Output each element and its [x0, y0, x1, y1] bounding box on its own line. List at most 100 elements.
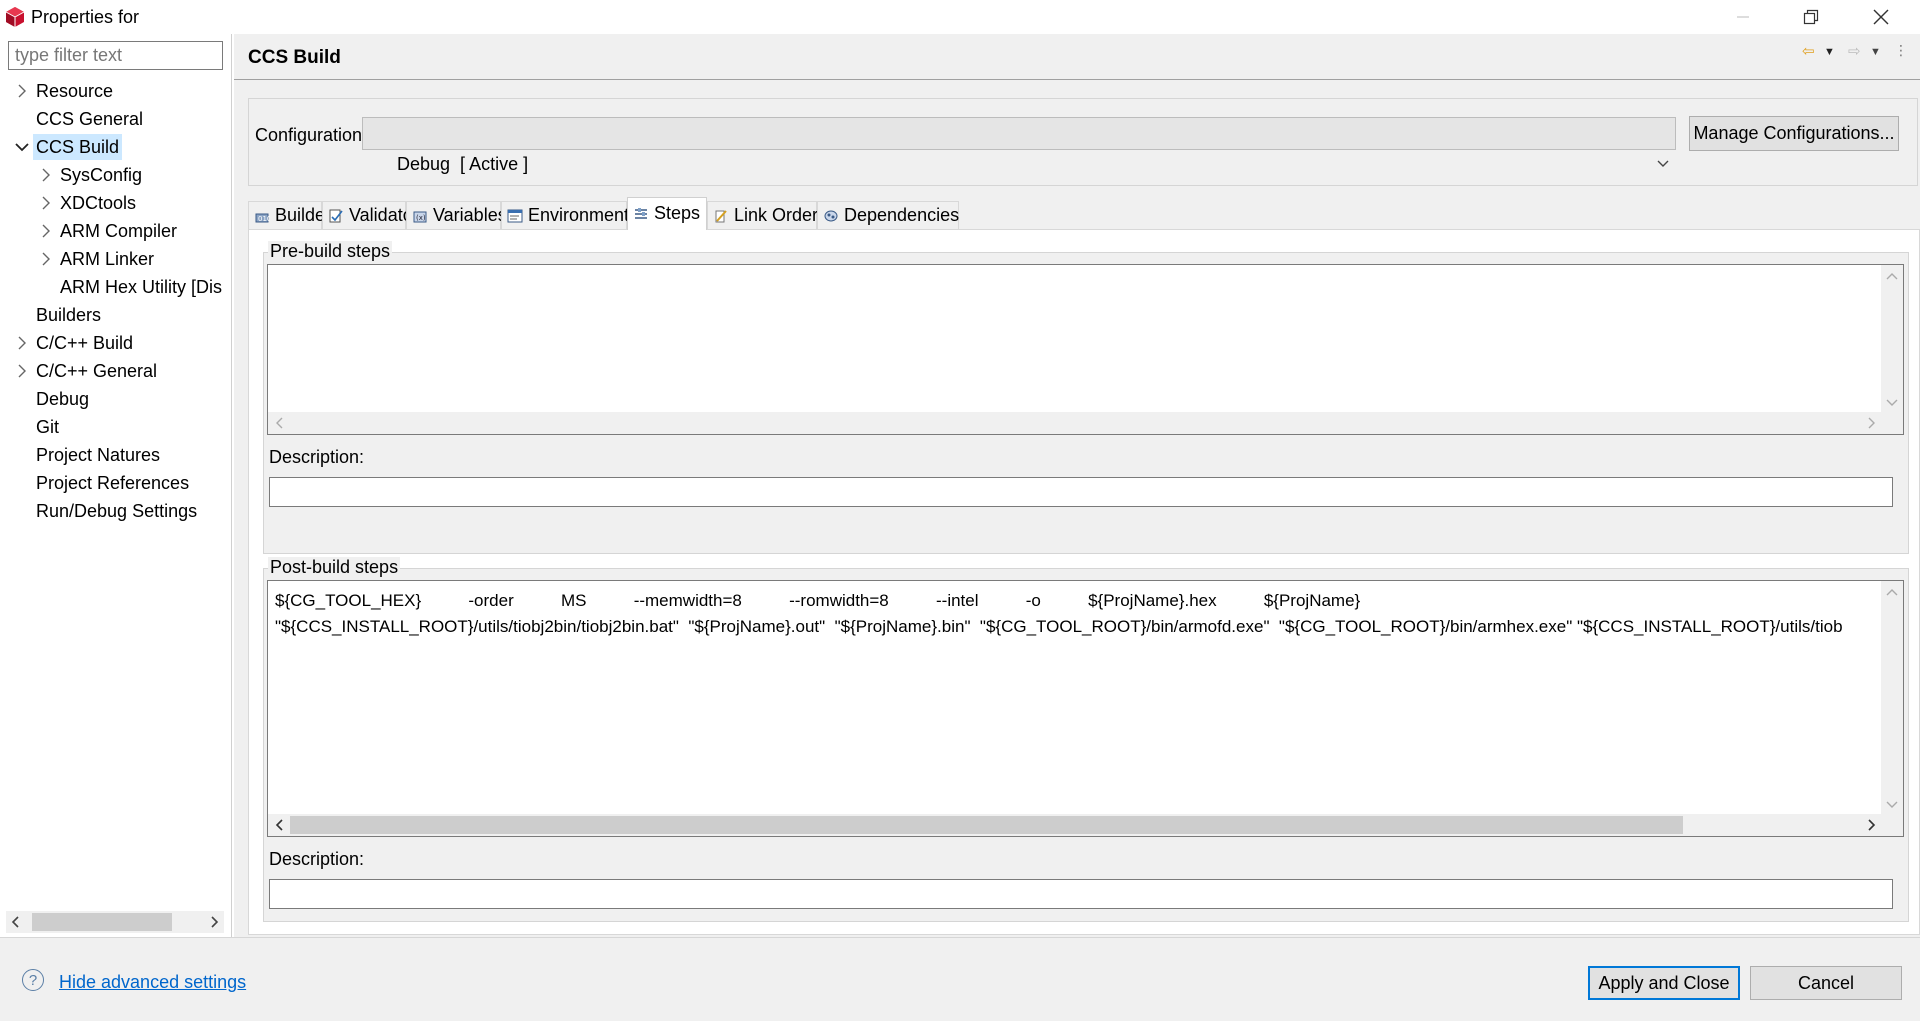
- scroll-right-icon[interactable]: [1861, 412, 1883, 434]
- tree-item[interactable]: ARM Compiler: [0, 218, 232, 244]
- postbuild-command-line: ${CG_TOOL_HEX} -order MS --memwidth=8 --…: [275, 591, 1361, 610]
- back-dropdown-icon[interactable]: ▼: [1824, 46, 1835, 58]
- tree-item[interactable]: CCS General: [0, 106, 232, 132]
- prebuild-description-input[interactable]: [269, 477, 1893, 507]
- postbuild-description-input[interactable]: [269, 879, 1893, 909]
- tab-steps[interactable]: Steps: [627, 197, 707, 230]
- close-button[interactable]: [1852, 2, 1910, 32]
- prebuild-group: Pre-build steps Description:: [263, 241, 1909, 554]
- postbuild-command-line: "${CCS_INSTALL_ROOT}/utils/tiobj2bin/tio…: [275, 617, 1843, 636]
- tab-link-order[interactable]: Link Order: [707, 201, 818, 229]
- chevron-right-icon[interactable]: [38, 162, 54, 188]
- dialog-footer: ? Hide advanced settings Apply and Close…: [0, 937, 1920, 1021]
- tree-item[interactable]: Project References: [0, 470, 232, 496]
- tree-item[interactable]: Project Natures: [0, 442, 232, 468]
- scroll-corner: [1881, 814, 1903, 836]
- tree-item[interactable]: ARM Linker: [0, 246, 232, 272]
- tree-item-label: Builders: [36, 305, 102, 325]
- view-menu-icon[interactable]: ⋮: [1894, 42, 1908, 59]
- scrollbar-thumb[interactable]: [290, 816, 1683, 834]
- tree-item[interactable]: Run/Debug Settings: [0, 498, 232, 524]
- svg-text:(x): (x): [416, 214, 426, 222]
- tab-label: Environment: [528, 205, 630, 225]
- chevron-right-icon[interactable]: [38, 218, 54, 244]
- tab-environment[interactable]: Environment: [501, 201, 630, 229]
- chevron-right-icon[interactable]: [14, 78, 30, 104]
- tree-item-label: CCS General: [36, 109, 144, 129]
- configuration-select[interactable]: Debug [ Active ]: [362, 117, 1676, 174]
- scroll-left-icon[interactable]: [268, 412, 290, 434]
- scroll-left-icon[interactable]: [268, 814, 290, 836]
- postbuild-group: Post-build steps ${CG_TOOL_HEX} -order M…: [263, 557, 1909, 922]
- tree-item[interactable]: SysConfig: [0, 162, 232, 188]
- tree-item[interactable]: C/C++ General: [0, 358, 232, 384]
- window-title: Properties for: [31, 7, 140, 27]
- variables-icon: (x): [413, 211, 427, 222]
- postbuild-vertical-scrollbar[interactable]: [1881, 581, 1903, 816]
- tree-item[interactable]: XDCtools: [0, 190, 232, 216]
- chevron-right-icon[interactable]: [38, 246, 54, 272]
- apply-and-close-button[interactable]: Apply and Close: [1588, 966, 1740, 1000]
- tree-item-label: C/C++ General: [36, 361, 158, 381]
- tree-item[interactable]: Debug: [0, 386, 232, 412]
- tree-item-label: Project Natures: [36, 445, 161, 465]
- tree-item[interactable]: Builders: [0, 302, 232, 328]
- tab-validator[interactable]: Validator: [322, 201, 419, 229]
- scroll-up-icon[interactable]: [1881, 581, 1903, 603]
- tree-item[interactable]: Resource: [0, 78, 232, 104]
- chevron-down-icon: [1626, 118, 1669, 222]
- prebuild-horizontal-scrollbar[interactable]: [268, 412, 1883, 434]
- forward-arrow-icon[interactable]: ⇨: [1848, 42, 1861, 60]
- minimize-icon: [1737, 16, 1749, 18]
- validator-icon: [329, 209, 343, 222]
- back-arrow-icon[interactable]: ⇦: [1802, 42, 1815, 60]
- scroll-up-icon[interactable]: [1881, 265, 1903, 287]
- tree-item-label: SysConfig: [60, 165, 143, 185]
- postbuild-title: Post-build steps: [268, 557, 401, 578]
- cancel-button[interactable]: Cancel: [1750, 966, 1902, 1000]
- tab-variables[interactable]: (x) Variables: [406, 201, 507, 229]
- chevron-down-icon[interactable]: [14, 134, 30, 160]
- chevron-right-icon[interactable]: [14, 358, 30, 384]
- tree-item-label: Debug: [36, 389, 90, 409]
- chevron-right-icon[interactable]: [14, 330, 30, 356]
- environment-icon: [507, 209, 523, 222]
- configuration-value: Debug [ Active ]: [397, 154, 529, 174]
- scroll-right-icon[interactable]: [204, 911, 224, 933]
- tab-dependencies[interactable]: Dependencies: [817, 201, 959, 229]
- scroll-down-icon[interactable]: [1881, 794, 1903, 816]
- postbuild-description-label: Description:: [269, 849, 365, 869]
- tree-item-label: C/C++ Build: [36, 333, 134, 353]
- chevron-right-icon[interactable]: [38, 190, 54, 216]
- tab-builder[interactable]: 010 Builder: [248, 201, 331, 229]
- tree-item-label: Resource: [36, 81, 114, 101]
- manage-configurations-button[interactable]: Manage Configurations...: [1689, 116, 1899, 151]
- tree-horizontal-scrollbar[interactable]: [6, 911, 224, 933]
- scroll-right-icon[interactable]: [1861, 814, 1883, 836]
- tree-item[interactable]: CCS Build: [0, 134, 232, 160]
- tree-item[interactable]: Git: [0, 414, 232, 440]
- postbuild-horizontal-scrollbar[interactable]: [268, 814, 1883, 836]
- filter-input[interactable]: [8, 41, 223, 70]
- postbuild-commands-textarea[interactable]: ${CG_TOOL_HEX} -order MS --memwidth=8 --…: [267, 580, 1904, 837]
- page-title: CCS Build: [248, 47, 341, 68]
- scroll-down-icon[interactable]: [1881, 392, 1903, 414]
- builder-icon: 010: [255, 213, 270, 223]
- scrollbar-thumb[interactable]: [32, 913, 172, 931]
- prebuild-commands-textarea[interactable]: [267, 264, 1904, 435]
- tree-item-label: XDCtools: [60, 193, 137, 213]
- minimize-button[interactable]: [1714, 2, 1772, 32]
- scroll-left-icon[interactable]: [6, 911, 26, 933]
- hide-advanced-settings-link[interactable]: Hide advanced settings: [59, 972, 246, 993]
- link-order-icon: [715, 209, 727, 222]
- help-icon[interactable]: ?: [22, 969, 44, 991]
- tree-item-label: CCS Build: [33, 134, 123, 160]
- scroll-corner: [1881, 412, 1903, 434]
- forward-dropdown-icon[interactable]: ▼: [1870, 46, 1881, 58]
- tree-item[interactable]: ARM Hex Utility [Dis: [0, 274, 232, 300]
- steps-tab-content: Pre-build steps Description: Post-build …: [248, 229, 1920, 935]
- prebuild-vertical-scrollbar[interactable]: [1881, 265, 1903, 414]
- tree-item-label: ARM Linker: [60, 249, 155, 269]
- restore-button[interactable]: [1782, 2, 1840, 32]
- tree-item[interactable]: C/C++ Build: [0, 330, 232, 356]
